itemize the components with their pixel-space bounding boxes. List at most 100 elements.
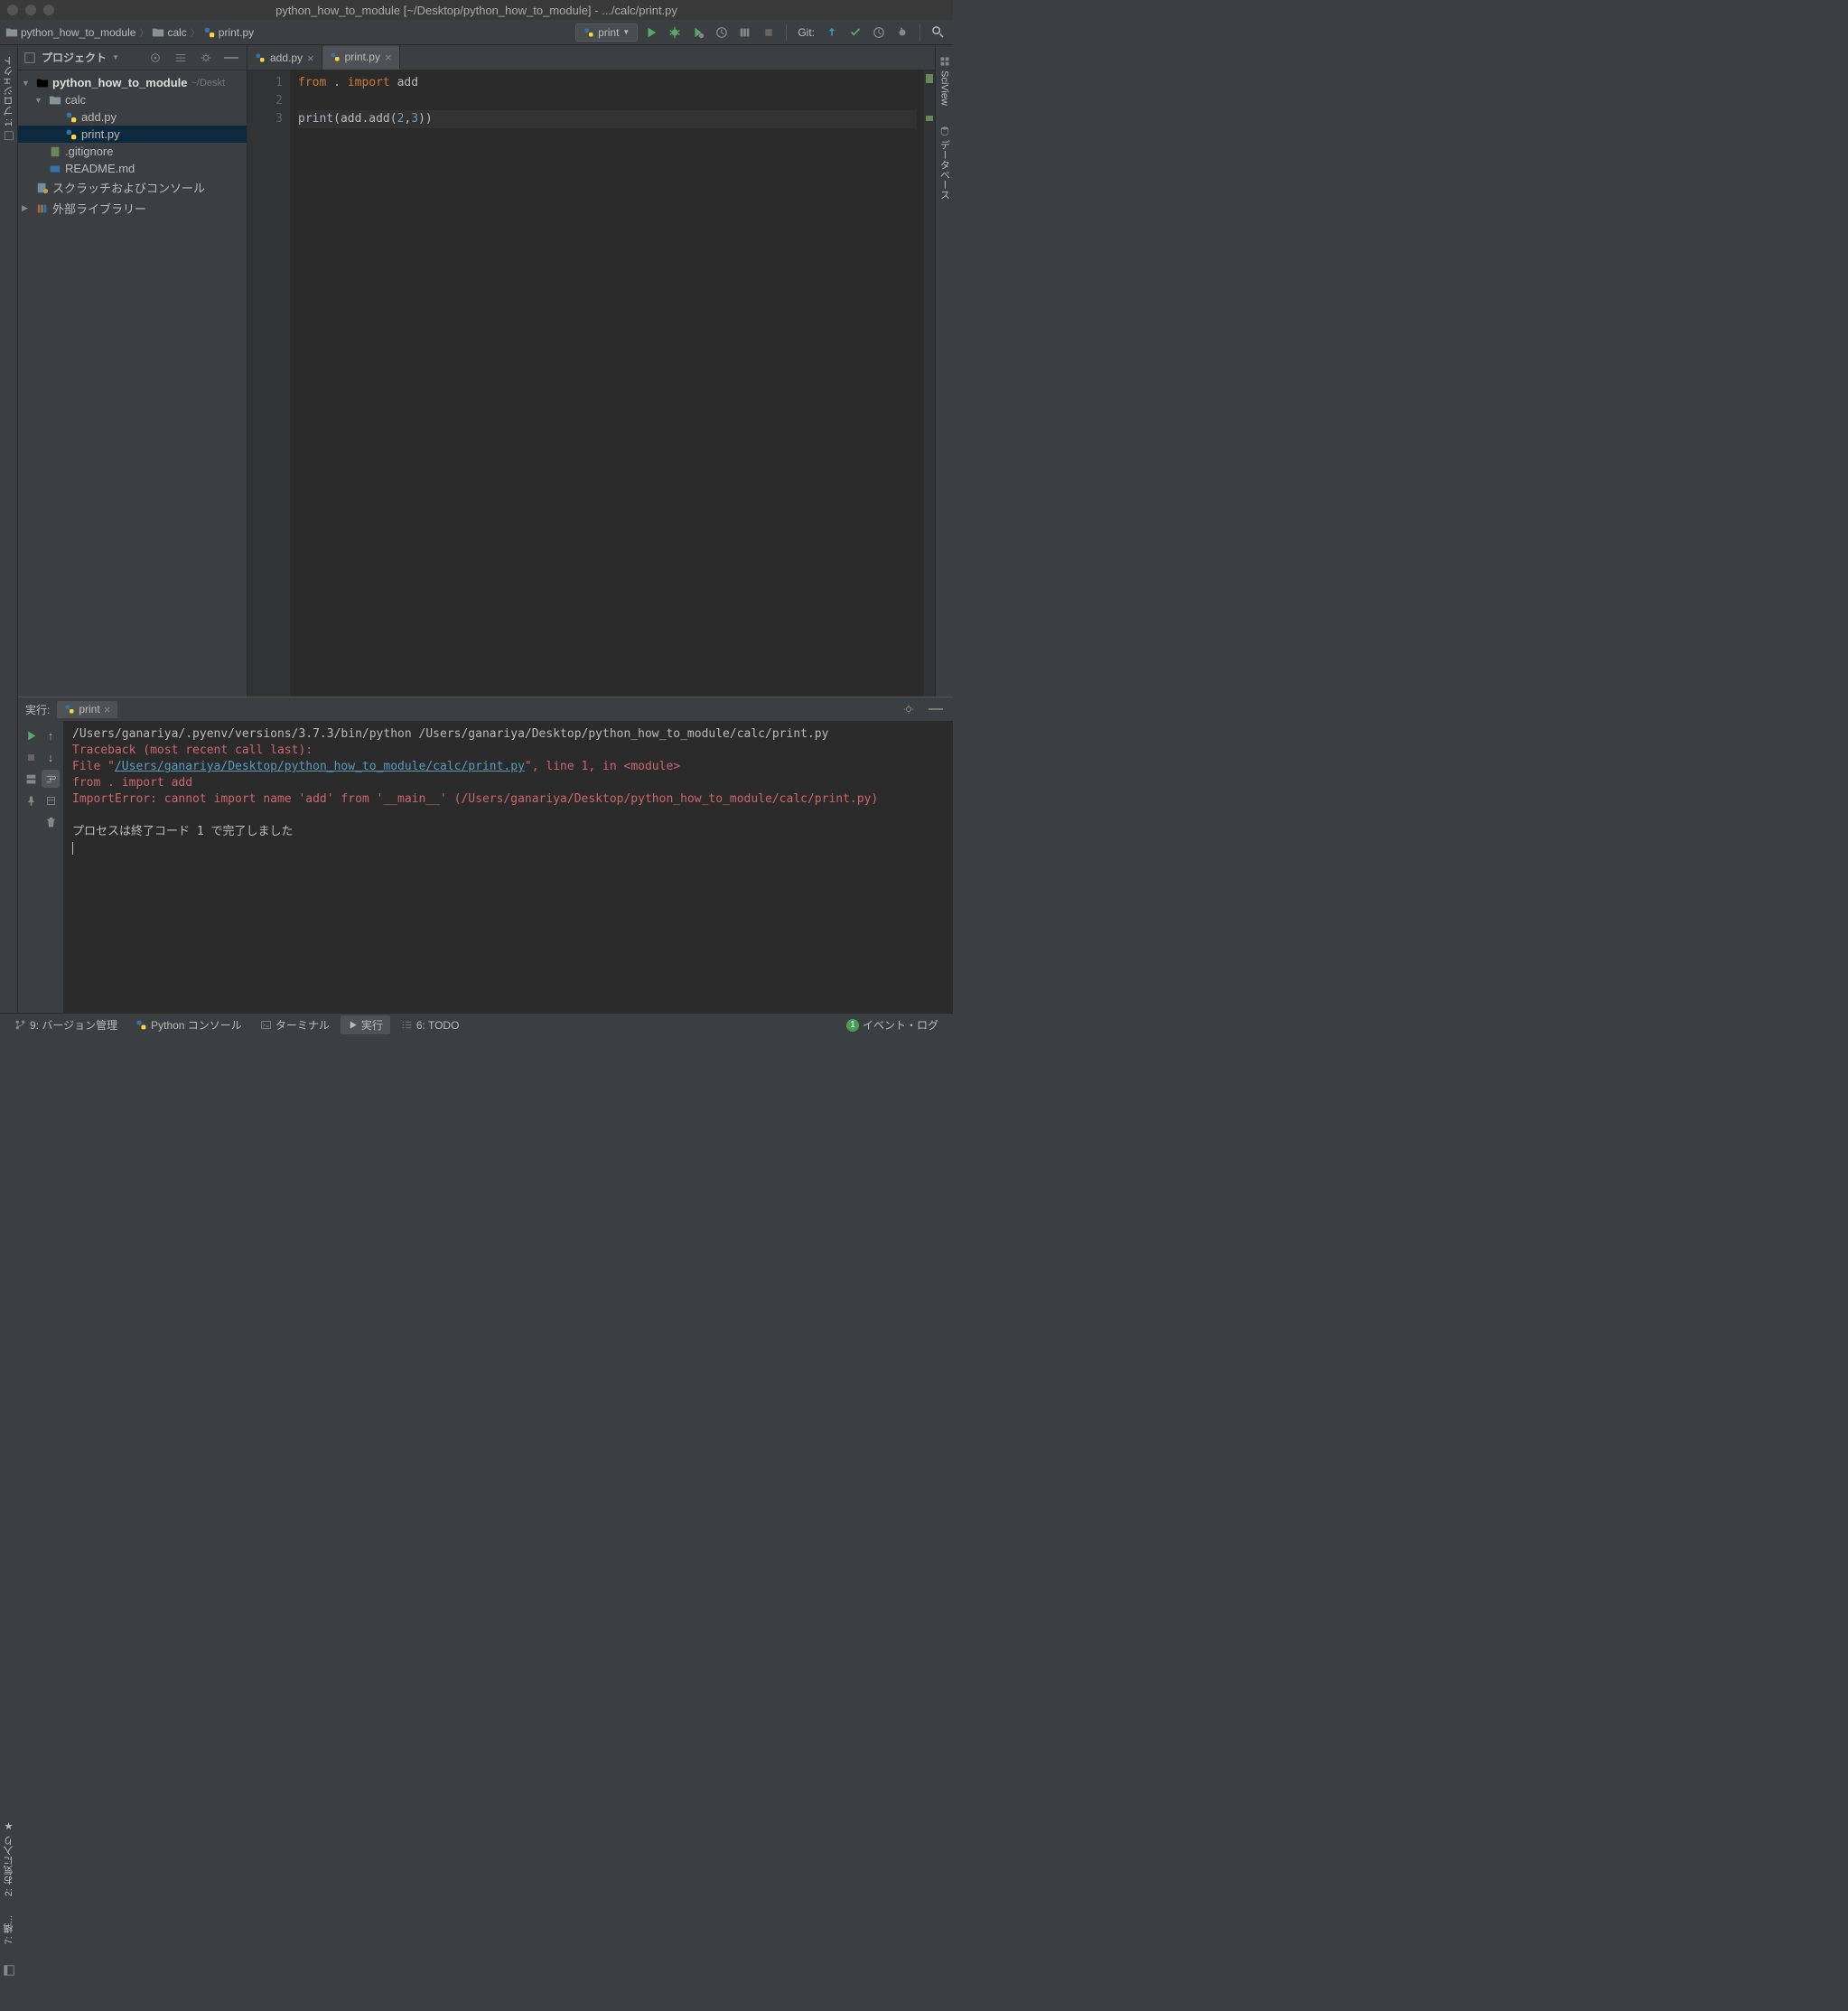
terminal-tab[interactable]: ターミナル [253, 1015, 337, 1034]
concurrency-button[interactable] [735, 23, 755, 42]
tree-scratch[interactable]: スクラッチおよびコンソール [18, 177, 247, 198]
git-commit-button[interactable] [845, 23, 865, 42]
editor-tab[interactable]: add.py × [247, 46, 322, 70]
python-icon [65, 111, 78, 124]
coverage-button[interactable] [688, 23, 708, 42]
scroll-button[interactable] [42, 791, 60, 809]
sciview-tab[interactable]: SciView [938, 51, 952, 111]
expand-all-button[interactable] [171, 48, 191, 68]
line-number: 1 [247, 74, 283, 92]
database-label: データベース [938, 140, 952, 200]
file-link[interactable]: /Users/ganariya/Desktop/python_how_to_mo… [115, 760, 525, 773]
tree-file-selected[interactable]: print.py [18, 126, 247, 143]
stop-button[interactable] [759, 23, 779, 42]
python-console-tab[interactable]: Python コンソール [128, 1015, 249, 1034]
play-icon [348, 1020, 358, 1030]
favorites-tab[interactable]: 2: お気に入り ★ [0, 1815, 18, 1902]
run-tab[interactable]: 実行 [341, 1015, 390, 1034]
rerun-button[interactable] [22, 726, 40, 744]
pin-button[interactable] [22, 791, 40, 809]
console-error-line: File "/Users/ganariya/Desktop/python_how… [72, 759, 944, 775]
chevron-down-icon[interactable]: ▼ [112, 53, 119, 61]
structure-tab[interactable]: 7: 構... [0, 1910, 18, 1950]
database-tab[interactable]: データベース [936, 120, 954, 205]
tab-label: add.py [270, 51, 303, 64]
tool-window-button[interactable] [0, 1960, 19, 1980]
close-icon[interactable]: × [307, 51, 314, 65]
tree-root[interactable]: ▼ python_how_to_module ~/Deskt [18, 74, 247, 91]
titlebar: python_how_to_module [~/Desktop/python_h… [0, 0, 953, 20]
tree-libs[interactable]: ▶ 外部ライブラリー [18, 198, 247, 219]
run-label: 実行: [25, 702, 50, 717]
chevron-right-icon: 〉 [139, 25, 148, 39]
project-icon [4, 130, 14, 141]
code-line[interactable]: print(add.add(2,3)) [298, 110, 917, 128]
separator [919, 24, 920, 41]
event-log[interactable]: 1 イベント・ログ [839, 1015, 946, 1034]
folder-icon [49, 94, 61, 107]
run-header: 実行: print × — [18, 697, 953, 721]
left-gutter-lower: 2: お気に入り ★ 7: 構... [0, 1815, 18, 1988]
close-window-icon[interactable] [7, 5, 18, 15]
down-button[interactable]: ↓ [42, 748, 60, 766]
project-tool-tab[interactable]: 1: プロジェクト [0, 51, 18, 146]
search-button[interactable] [928, 23, 947, 42]
tree-folder[interactable]: ▼ calc [18, 91, 247, 108]
run-body: ↑ ↓ [18, 721, 953, 1013]
editor-body[interactable]: 1 2 3 from . import addprint(add.add(2,3… [247, 70, 935, 697]
tree-file[interactable]: add.py [18, 108, 247, 126]
event-badge: 1 [846, 1019, 859, 1032]
run-tab[interactable]: print × [57, 701, 117, 718]
soft-wrap-button[interactable] [42, 770, 60, 788]
layout-button[interactable] [22, 770, 40, 788]
status-label: 実行 [361, 1017, 383, 1033]
sciview-label: SciView [939, 70, 950, 106]
git-update-button[interactable] [822, 23, 842, 42]
tree-hint: ~/Deskt [191, 78, 226, 89]
breadcrumb-item[interactable]: calc [152, 26, 186, 39]
up-button[interactable]: ↑ [42, 726, 60, 744]
close-icon[interactable]: × [104, 703, 111, 716]
minimize-window-icon[interactable] [25, 5, 36, 15]
gear-icon[interactable] [899, 699, 919, 719]
close-icon[interactable]: × [385, 51, 392, 64]
git-revert-button[interactable] [892, 23, 912, 42]
todo-icon [401, 1019, 413, 1031]
chevron-down-icon: ▼ [22, 79, 33, 88]
editor: add.py × print.py × 1 2 3 from . [247, 45, 935, 697]
profile-button[interactable] [712, 23, 732, 42]
tree-file[interactable]: .gitignore [18, 143, 247, 160]
console-line: /Users/ganariya/.pyenv/versions/3.7.3/bi… [72, 726, 944, 743]
todo-tab[interactable]: 6: TODO [394, 1017, 467, 1034]
gear-icon[interactable] [196, 48, 216, 68]
stop-button[interactable] [22, 748, 40, 766]
tree-label: python_how_to_module [52, 76, 188, 89]
hide-button[interactable]: — [221, 48, 241, 68]
tree-file[interactable]: README.md [18, 160, 247, 177]
code-line[interactable]: from . import add [298, 74, 917, 92]
line-number: 3 [247, 110, 283, 128]
maximize-window-icon[interactable] [43, 5, 54, 15]
git-history-button[interactable] [869, 23, 889, 42]
code-area[interactable]: from . import add print(add.add(2,3)) [291, 70, 924, 697]
code-line[interactable] [298, 92, 917, 110]
terminal-icon [260, 1019, 272, 1031]
console-error-line: ImportError: cannot import name 'add' fr… [72, 791, 944, 808]
breadcrumb-item[interactable]: print.py [203, 26, 254, 39]
tree-label: calc [65, 93, 86, 107]
scratch-icon [36, 182, 49, 194]
hide-button[interactable]: — [926, 699, 946, 719]
console-output[interactable]: /Users/ganariya/.pyenv/versions/3.7.3/bi… [63, 721, 953, 1013]
folder-icon [36, 77, 49, 89]
trash-button[interactable] [42, 813, 60, 831]
debug-button[interactable] [665, 23, 685, 42]
tree-label: README.md [65, 162, 135, 175]
run-button[interactable] [641, 23, 661, 42]
vcs-tab[interactable]: 9: バージョン管理 [7, 1015, 125, 1034]
editor-tab-active[interactable]: print.py × [322, 46, 400, 70]
status-label: Python コンソール [151, 1017, 242, 1033]
locate-button[interactable] [145, 48, 165, 68]
breadcrumb-item[interactable]: python_how_to_module [5, 26, 135, 39]
run-config-selector[interactable]: print ▼ [575, 23, 638, 42]
cursor-icon [72, 842, 73, 855]
